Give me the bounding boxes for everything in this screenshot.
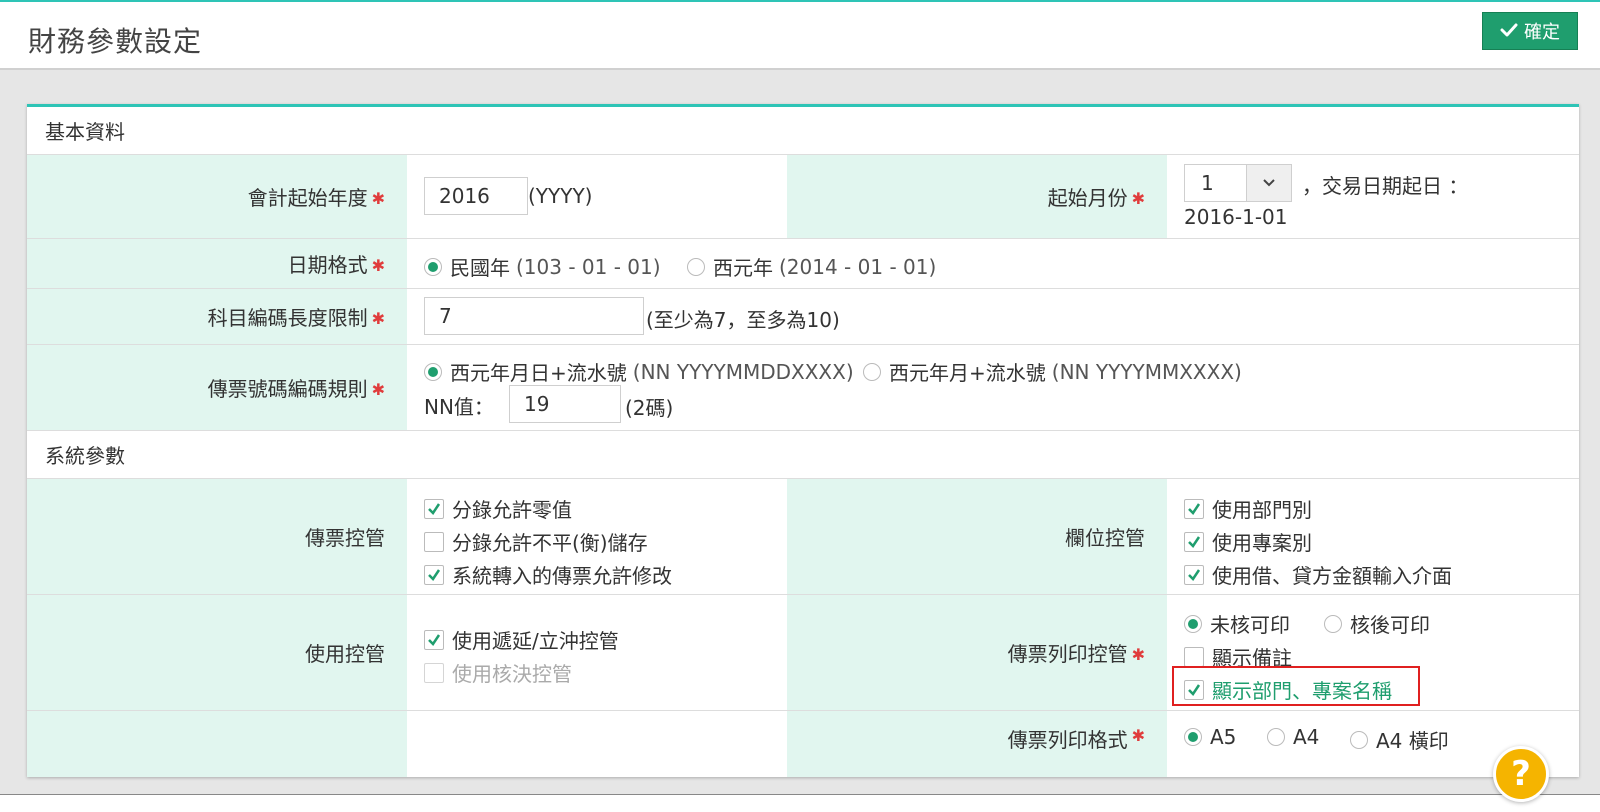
start-month-cell: 1 ，交易日期起日 ： 2016-1-01 bbox=[1167, 155, 1579, 238]
page-title: 財務參數設定 bbox=[28, 25, 203, 58]
fiscal-start-year-cell: 2016 (YYYY) bbox=[407, 155, 787, 238]
confirm-button[interactable]: 確定 bbox=[1482, 12, 1578, 50]
radio-print-unapproved[interactable]: 未核可印 bbox=[1184, 609, 1290, 638]
checkbox-allow-zero[interactable]: 分錄允許零值 bbox=[424, 494, 572, 523]
checkbox-allow-modify-imported[interactable]: 系統轉入的傳票允許修改 bbox=[424, 560, 672, 589]
checkbox-allow-unbalanced[interactable]: 分錄允許不平(衡)儲存 bbox=[424, 527, 648, 556]
print-control-label: 傳票列印控管 ✱ bbox=[787, 595, 1167, 710]
date-format-label: 日期格式 ✱ bbox=[27, 239, 407, 288]
checkbox-checked-icon bbox=[1184, 498, 1204, 519]
radio-empty-icon bbox=[1267, 728, 1285, 746]
field-control-label: 欄位控管 bbox=[787, 479, 1167, 594]
radio-print-approved[interactable]: 核後可印 bbox=[1324, 609, 1430, 638]
required-icon: ✱ bbox=[371, 189, 385, 208]
required-icon: ✱ bbox=[371, 309, 385, 328]
checkbox-checked-icon bbox=[424, 498, 444, 519]
checkbox-use-debit-credit-ui[interactable]: 使用借、貸方金額輸入介面 bbox=[1184, 560, 1452, 589]
voucher-number-rule-label: 傳票號碼編碼規則 ✱ bbox=[27, 345, 407, 430]
checkbox-use-project[interactable]: 使用專案別 bbox=[1184, 527, 1312, 556]
settings-card: 基本資料 會計起始年度 ✱ 2016 (YYYY) 起始月份 ✱ 1 ，交易日期起日… bbox=[27, 104, 1579, 777]
radio-format-a5[interactable]: A5 bbox=[1184, 725, 1236, 749]
account-code-length-label: 科目編碼長度限制 ✱ bbox=[27, 289, 407, 344]
checkbox-checked-icon bbox=[424, 564, 444, 585]
nn-label: NN值： bbox=[424, 395, 494, 419]
checkbox-use-deferral[interactable]: 使用遞延/立沖控管 bbox=[424, 625, 619, 654]
page-header: 財務參數設定 確定 bbox=[0, 2, 1600, 70]
checkbox-checked-icon bbox=[1184, 531, 1204, 552]
start-month-select-value: 1 bbox=[1201, 171, 1214, 195]
required-icon: ✱ bbox=[371, 380, 385, 399]
fiscal-start-year-label: 會計起始年度 ✱ bbox=[27, 155, 407, 238]
voucher-rule-option-ymd[interactable]: 西元年月日+流水號 (NN YYYYMMDDXXXX) bbox=[424, 357, 854, 386]
print-format-empty-label bbox=[27, 711, 407, 777]
radio-empty-icon bbox=[1350, 730, 1368, 749]
checkbox-checked-icon bbox=[1184, 564, 1204, 585]
radio-empty-icon bbox=[863, 362, 881, 381]
checkbox-empty-icon bbox=[424, 531, 444, 552]
section-system-title: 系統參數 bbox=[45, 444, 125, 468]
row-print-format: 傳票列印格式 ✱ A5 A4 A4 橫印 bbox=[27, 711, 1579, 777]
nn-value-input[interactable]: 19 bbox=[509, 385, 621, 423]
radio-empty-icon bbox=[687, 257, 705, 276]
voucher-number-rule-cell: 西元年月日+流水號 (NN YYYYMMDDXXXX) 西元年月+流水號 (NN… bbox=[407, 345, 1579, 430]
confirm-button-label: 確定 bbox=[1524, 22, 1560, 43]
radio-empty-icon bbox=[1324, 614, 1342, 633]
check-icon bbox=[1500, 21, 1518, 42]
section-basic: 基本資料 bbox=[27, 107, 1579, 155]
date-format-option-roc[interactable]: 民國年 (103 - 01 - 01) bbox=[424, 252, 661, 281]
question-mark-icon: ? bbox=[1511, 754, 1531, 794]
radio-selected-icon bbox=[1184, 728, 1202, 746]
row-voucher-number-rule: 傳票號碼編碼規則 ✱ 西元年月日+流水號 (NN YYYYMMDDXXXX) 西元… bbox=[27, 345, 1579, 431]
fiscal-start-year-hint: (YYYY) bbox=[528, 184, 593, 208]
checkbox-empty-icon bbox=[1184, 646, 1204, 667]
help-button[interactable]: ? bbox=[1493, 746, 1549, 802]
account-code-length-cell: 7 (至少為7，至多為10) bbox=[407, 289, 1579, 344]
bottom-bar bbox=[0, 794, 1600, 812]
checkbox-use-approval: 使用核決控管 bbox=[424, 658, 572, 687]
radio-selected-icon bbox=[424, 362, 442, 381]
required-icon: ✱ bbox=[1131, 726, 1145, 745]
fiscal-start-year-input[interactable]: 2016 bbox=[424, 177, 528, 215]
account-code-length-input[interactable]: 7 bbox=[424, 297, 644, 335]
print-control-cell: 未核可印 核後可印 顯示備註 顯示部門、專案名稱 bbox=[1167, 595, 1579, 710]
checkbox-show-dept-project[interactable]: 顯示部門、專案名稱 bbox=[1184, 675, 1392, 704]
required-icon: ✱ bbox=[1131, 645, 1145, 664]
voucher-control-label: 傳票控管 bbox=[27, 479, 407, 594]
checkbox-use-department[interactable]: 使用部門別 bbox=[1184, 494, 1312, 523]
voucher-rule-option-ym[interactable]: 西元年月+流水號 (NN YYYYMMXXXX) bbox=[863, 357, 1242, 386]
checkbox-checked-icon bbox=[1184, 679, 1204, 700]
trade-date-label: ，交易日期起日 ： bbox=[1302, 174, 1469, 198]
row-fiscal-year: 會計起始年度 ✱ 2016 (YYYY) 起始月份 ✱ 1 ，交易日期起日 ： 20… bbox=[27, 155, 1579, 239]
section-basic-title: 基本資料 bbox=[45, 120, 125, 144]
radio-format-a4-landscape[interactable]: A4 橫印 bbox=[1350, 725, 1449, 754]
radio-selected-icon bbox=[1184, 614, 1202, 633]
date-format-option-ad[interactable]: 西元年 (2014 - 01 - 01) bbox=[687, 252, 936, 281]
row-account-code-length: 科目編碼長度限制 ✱ 7 (至少為7，至多為10) bbox=[27, 289, 1579, 345]
start-month-select[interactable]: 1 bbox=[1184, 164, 1292, 202]
radio-selected-icon bbox=[424, 257, 442, 276]
print-format-empty-cell bbox=[407, 711, 787, 777]
voucher-control-cell: 分錄允許零值 分錄允許不平(衡)儲存 系統轉入的傳票允許修改 bbox=[407, 479, 787, 594]
required-icon: ✱ bbox=[371, 256, 385, 275]
chevron-down-icon bbox=[1246, 165, 1291, 201]
checkbox-checked-icon bbox=[424, 629, 444, 650]
row-voucher-control: 傳票控管 分錄允許零值 分錄允許不平(衡)儲存 系統轉入的傳票允許修改 欄位控管… bbox=[27, 479, 1579, 595]
required-icon: ✱ bbox=[1131, 189, 1145, 208]
row-usage-control: 使用控管 使用遞延/立沖控管 使用核決控管 傳票列印控管✱ 未核可印 核後可印 bbox=[27, 595, 1579, 711]
section-system: 系統參數 bbox=[27, 431, 1579, 479]
start-month-label: 起始月份 ✱ bbox=[787, 155, 1167, 238]
row-date-format: 日期格式 ✱ 民國年 (103 - 01 - 01) 西元年 (2014 - 01… bbox=[27, 239, 1579, 289]
checkbox-disabled-icon bbox=[424, 662, 444, 683]
radio-format-a4[interactable]: A4 bbox=[1267, 725, 1319, 749]
field-control-cell: 使用部門別 使用專案別 使用借、貸方金額輸入介面 bbox=[1167, 479, 1579, 594]
date-format-cell: 民國年 (103 - 01 - 01) 西元年 (2014 - 01 - 01) bbox=[407, 239, 1579, 288]
account-code-length-hint: (至少為7，至多為10) bbox=[646, 308, 840, 332]
trade-date-value: 2016-1-01 bbox=[1184, 205, 1288, 229]
usage-control-label: 使用控管 bbox=[27, 595, 407, 710]
nn-hint: (2碼) bbox=[625, 396, 674, 420]
print-format-label: 傳票列印格式 ✱ bbox=[787, 711, 1167, 777]
usage-control-cell: 使用遞延/立沖控管 使用核決控管 bbox=[407, 595, 787, 710]
